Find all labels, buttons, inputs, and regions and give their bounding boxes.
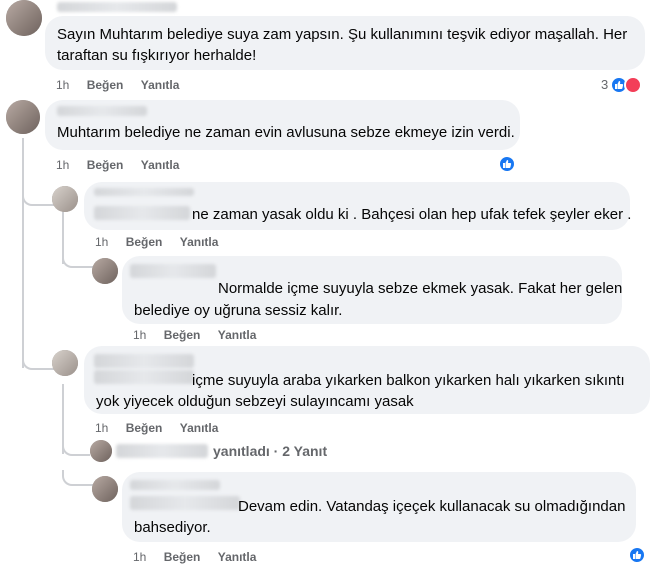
reply-button[interactable]: Yanıtla xyxy=(218,550,257,564)
comment-time[interactable]: 1h xyxy=(95,421,108,435)
avatar[interactable] xyxy=(92,258,118,284)
comment-text: Muhtarım belediye ne zaman evin avlusuna… xyxy=(57,124,515,141)
thread-connector xyxy=(22,190,54,206)
reply-button[interactable]: Yanıtla xyxy=(180,421,219,435)
comment-time[interactable]: 1h xyxy=(133,328,146,342)
comment-time[interactable]: 1h xyxy=(56,78,69,92)
thread-line xyxy=(22,138,24,368)
author-name-redacted xyxy=(130,496,240,510)
like-button[interactable]: Beğen xyxy=(126,421,163,435)
comment-text: ne zaman yasak oldu ki . Bahçesi olan he… xyxy=(192,206,632,223)
comment-actions: 1h Beğen Yanıtla xyxy=(95,234,232,250)
thread-connector xyxy=(62,440,90,456)
reply-button[interactable]: Yanıtla xyxy=(141,78,180,92)
comment-time[interactable]: 1h xyxy=(133,550,146,564)
reply-button[interactable]: Yanıtla xyxy=(141,158,180,172)
like-button[interactable]: Beğen xyxy=(87,78,124,92)
comment-actions: 1h Beğen Yanıtla xyxy=(133,549,270,565)
love-reaction-icon[interactable] xyxy=(624,76,642,94)
comment-text: Devam edin. Vatandaş içeçek kullanacak s… xyxy=(238,498,626,515)
comment-text: bahsediyor. xyxy=(134,519,211,536)
comment-actions: 1h Beğen Yanıtla xyxy=(133,327,270,343)
like-button[interactable]: Beğen xyxy=(126,235,163,249)
comment-time[interactable]: 1h xyxy=(56,158,69,172)
author-name-redacted xyxy=(57,106,147,116)
avatar[interactable] xyxy=(52,350,78,376)
author-name-redacted xyxy=(94,370,194,384)
avatar[interactable] xyxy=(52,186,78,212)
like-reaction-icon[interactable] xyxy=(628,546,646,564)
avatar[interactable] xyxy=(92,476,118,502)
like-reaction-icon[interactable] xyxy=(498,155,516,173)
avatar[interactable] xyxy=(90,440,112,462)
author-name-redacted xyxy=(116,444,208,458)
reply-button[interactable]: Yanıtla xyxy=(180,235,219,249)
thread-connector xyxy=(62,470,94,486)
view-replies-link[interactable]: yanıtladı · 2 Yanıt xyxy=(213,441,327,462)
reply-button[interactable]: Yanıtla xyxy=(218,328,257,342)
comment-actions: 1h Beğen Yanıtla xyxy=(95,420,232,436)
avatar[interactable] xyxy=(6,0,42,36)
comment-text: Sayın Muhtarım belediye suya zam yapsın.… xyxy=(57,26,628,43)
like-button[interactable]: Beğen xyxy=(164,550,201,564)
comment-actions: 1h Beğen Yanıtla xyxy=(56,77,193,93)
comment-text: içme suyuyla araba yıkarken balkon yıkar… xyxy=(192,372,625,389)
comment-time[interactable]: 1h xyxy=(95,235,108,249)
author-name-redacted xyxy=(130,480,220,490)
author-name-redacted xyxy=(94,354,194,368)
comment-text: Normalde içme suyuyla sebze ekmek yasak.… xyxy=(218,280,623,297)
author-name-redacted xyxy=(94,188,194,196)
like-button[interactable]: Beğen xyxy=(87,158,124,172)
comment-text: belediye oy uğruna sessiz kalır. xyxy=(134,302,343,319)
avatar[interactable] xyxy=(6,100,40,134)
author-name-redacted xyxy=(94,206,190,220)
comment-text: yok yiyecek olduğun sebzeyi sulayıncamı … xyxy=(96,393,414,410)
author-name-redacted xyxy=(57,2,177,12)
thread-connector xyxy=(62,252,94,268)
comment-actions: 1h Beğen Yanıtla xyxy=(56,157,193,173)
thread-connector xyxy=(22,350,54,370)
reaction-count[interactable]: 3 xyxy=(601,77,608,93)
comment-text: taraftan su fışkırıyor herhalde! xyxy=(57,47,257,64)
author-name-redacted xyxy=(130,264,216,278)
like-button[interactable]: Beğen xyxy=(164,328,201,342)
